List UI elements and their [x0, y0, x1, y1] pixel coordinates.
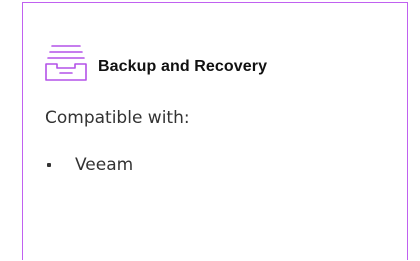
list-item-label: Veeam	[75, 155, 134, 175]
tray-stack-icon	[45, 45, 87, 81]
compatible-with-label: Compatible with:	[45, 108, 190, 128]
card-header: Backup and Recovery	[43, 43, 267, 83]
bullet-icon	[47, 163, 51, 167]
compatible-list: Veeam	[45, 155, 133, 175]
backup-recovery-card: Backup and Recovery Compatible with: Vee…	[22, 2, 408, 260]
card-title: Backup and Recovery	[98, 58, 268, 75]
list-item: Veeam	[45, 155, 133, 175]
